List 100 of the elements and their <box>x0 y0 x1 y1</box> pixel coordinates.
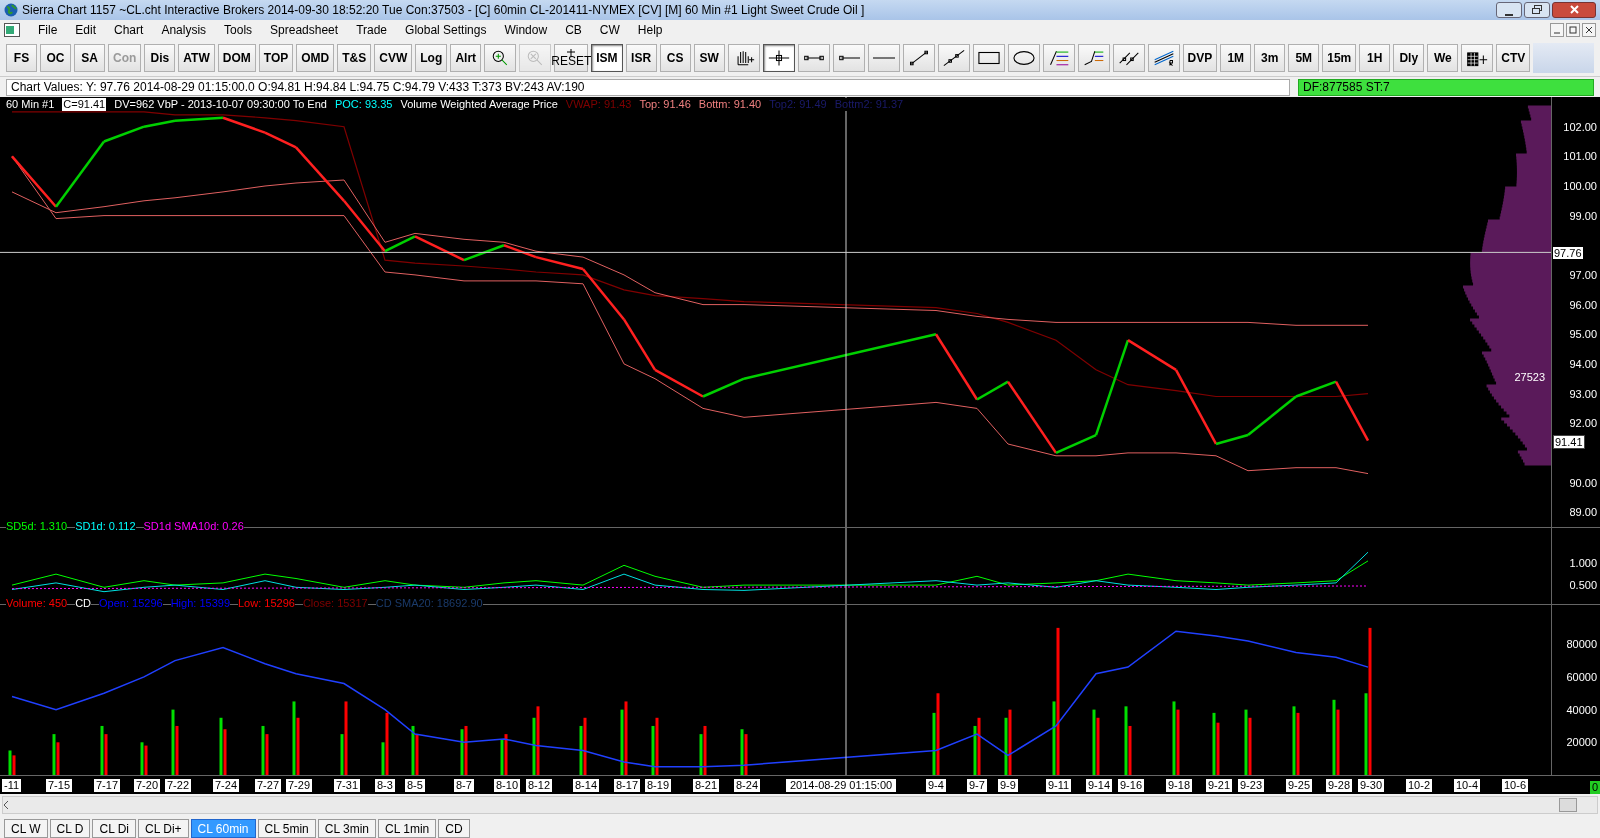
menu-item[interactable]: Spreadsheet <box>270 20 339 39</box>
tool-button[interactable] <box>727 44 760 72</box>
time-axis-label: 10-2 <box>1406 779 1433 793</box>
tool-button[interactable] <box>972 44 1005 72</box>
toolbar-button[interactable]: Dly <box>1393 44 1425 72</box>
chart-tab[interactable]: CD <box>438 819 470 838</box>
reset-button[interactable]: RESET <box>554 44 589 72</box>
time-axis-label: 8-10 <box>494 779 521 793</box>
time-axis-label: 9-4 <box>926 779 946 793</box>
chart-tab[interactable]: CL 1min <box>378 819 437 838</box>
toolbar-button[interactable]: TOP <box>258 44 294 72</box>
price-marker: 97.76 <box>1553 246 1583 259</box>
axis-label: 92.00 <box>1569 417 1597 430</box>
chart-tab[interactable]: CL Di <box>92 819 137 838</box>
tool-button[interactable] <box>1042 44 1075 72</box>
toolbar-button[interactable]: FS <box>6 44 37 72</box>
toolbar-button[interactable]: 3m <box>1254 44 1286 72</box>
tool-button[interactable] <box>1007 44 1040 72</box>
tool-button[interactable] <box>1147 44 1180 72</box>
time-axis-label: 8-19 <box>645 779 672 793</box>
chart-tab[interactable]: CL W <box>4 819 48 838</box>
chart-values-readout: Chart Values: Y: 97.76 2014-08-29 01:15:00.0 O:94.81 H:94.84 L:94.75 C:94.79 V:433 T:373 BV:243 AV:190 <box>6 78 1290 96</box>
horizontal-line-icon <box>872 57 895 59</box>
axis-label: 97.00 <box>1569 269 1597 282</box>
toolbar-button[interactable]: CTV <box>1496 44 1531 72</box>
close-icon[interactable] <box>1582 22 1596 37</box>
tool-button[interactable] <box>484 44 517 72</box>
toolbar-button[interactable]: DOM <box>217 44 256 72</box>
ellipse-icon <box>1012 50 1035 66</box>
line-segment-icon <box>802 55 825 61</box>
toolbar-button[interactable]: CS <box>659 44 691 72</box>
toolbar-button[interactable]: ATW <box>178 44 215 72</box>
time-axis-label: 8-5 <box>405 779 425 793</box>
menu-item[interactable]: Window <box>504 20 548 39</box>
tool-button[interactable] <box>937 44 970 72</box>
axis-label: 101.00 <box>1563 150 1597 163</box>
crosshair-icon <box>767 48 790 68</box>
tool-button[interactable] <box>762 44 795 72</box>
toolbar-button[interactable]: 1H <box>1359 44 1391 72</box>
tool-button[interactable] <box>902 44 935 72</box>
tool-button[interactable] <box>797 44 830 72</box>
axis-label: 94.00 <box>1569 358 1597 371</box>
menu-item[interactable]: CW <box>599 20 620 39</box>
menu-item[interactable]: Edit <box>75 20 97 39</box>
axis-label: 80000 <box>1566 638 1597 651</box>
toolbar-button[interactable]: 1M <box>1220 44 1252 72</box>
chart-tab[interactable]: CL D <box>49 819 91 838</box>
menu-item[interactable]: CB <box>565 20 582 39</box>
toolbar-button[interactable]: OC <box>40 44 71 72</box>
scrollbar-thumb[interactable] <box>1559 798 1577 813</box>
menu-item[interactable]: Trade <box>356 20 388 39</box>
menu-item[interactable]: File <box>38 20 58 39</box>
study-value: Bottm2: 91.37 <box>834 98 904 112</box>
menu-item[interactable]: Global Settings <box>405 20 487 39</box>
close-button[interactable] <box>1552 1 1596 18</box>
time-axis-label: 8-7 <box>454 779 474 793</box>
time-axis-label: 7-27 <box>255 779 282 793</box>
toolbar-button[interactable]: ISR <box>625 44 657 72</box>
profile-volume-label: 27523 <box>1514 370 1545 386</box>
toolbar-button[interactable]: Dis <box>144 44 176 72</box>
toolbar-button[interactable]: 5M <box>1288 44 1320 72</box>
chart-tab[interactable]: CL 3min <box>317 819 377 838</box>
toolbar-button[interactable]: SA <box>74 44 105 72</box>
minimize-icon[interactable] <box>1550 22 1564 37</box>
axis-label: 102.00 <box>1563 120 1597 133</box>
menu-item[interactable]: Chart <box>114 20 144 39</box>
toolbar-button[interactable]: ISM <box>591 44 623 72</box>
tool-button[interactable] <box>1461 44 1494 72</box>
menu-item[interactable]: Tools <box>224 20 253 39</box>
chart-tab[interactable]: CL Di+ <box>138 819 189 838</box>
menu-item[interactable]: Help <box>637 20 663 39</box>
tool-button[interactable] <box>1112 44 1145 72</box>
close-icon <box>1569 5 1579 15</box>
chart-tab[interactable]: CL 5min <box>257 819 316 838</box>
study-value: Open: 15296 <box>99 597 163 611</box>
time-axis-label: 9-11 <box>1046 779 1072 793</box>
toolbar-button[interactable]: SW <box>693 44 725 72</box>
axis-label: 90.00 <box>1569 476 1597 489</box>
toolbar-button[interactable]: Log <box>415 44 448 72</box>
toolbar-button[interactable]: DVP <box>1182 44 1218 72</box>
toolbar-button[interactable]: We <box>1427 44 1459 72</box>
time-axis-label: 7-24 <box>213 779 240 793</box>
maximize-button[interactable] <box>1524 1 1550 18</box>
time-axis-label: 9-7 <box>967 779 987 793</box>
toolbar-button[interactable]: T&S <box>337 44 372 72</box>
time-axis-label: 10-6 <box>1502 779 1529 793</box>
time-axis-label: 8-24 <box>734 779 761 793</box>
scroll-left-icon[interactable] <box>3 800 9 811</box>
axis-label: 89.00 <box>1569 506 1597 519</box>
tool-button[interactable] <box>1077 44 1110 72</box>
axis-label: 99.00 <box>1569 209 1597 222</box>
time-axis-label: 8-12 <box>526 779 553 793</box>
menu-item[interactable]: Analysis <box>161 20 207 39</box>
toolbar-button[interactable]: OMD <box>296 44 335 72</box>
window-title: Sierra Chart 1157 ~CL.cht Interactive Brokers 2014-09-30 18:52:20 Tue Con:37503 - [C] 60min CL-201411-NYMEX [CV] [M] 60 Min #1 Light Sweet Crude Oil ] <box>22 1 866 19</box>
toolbar-button[interactable]: 15m <box>1322 44 1357 72</box>
toolbar-button[interactable]: Alrt <box>450 44 482 72</box>
toolbar-button[interactable]: CVW <box>374 44 413 72</box>
minimize-button[interactable] <box>1496 1 1522 18</box>
horizontal-scrollbar[interactable] <box>2 796 1598 814</box>
